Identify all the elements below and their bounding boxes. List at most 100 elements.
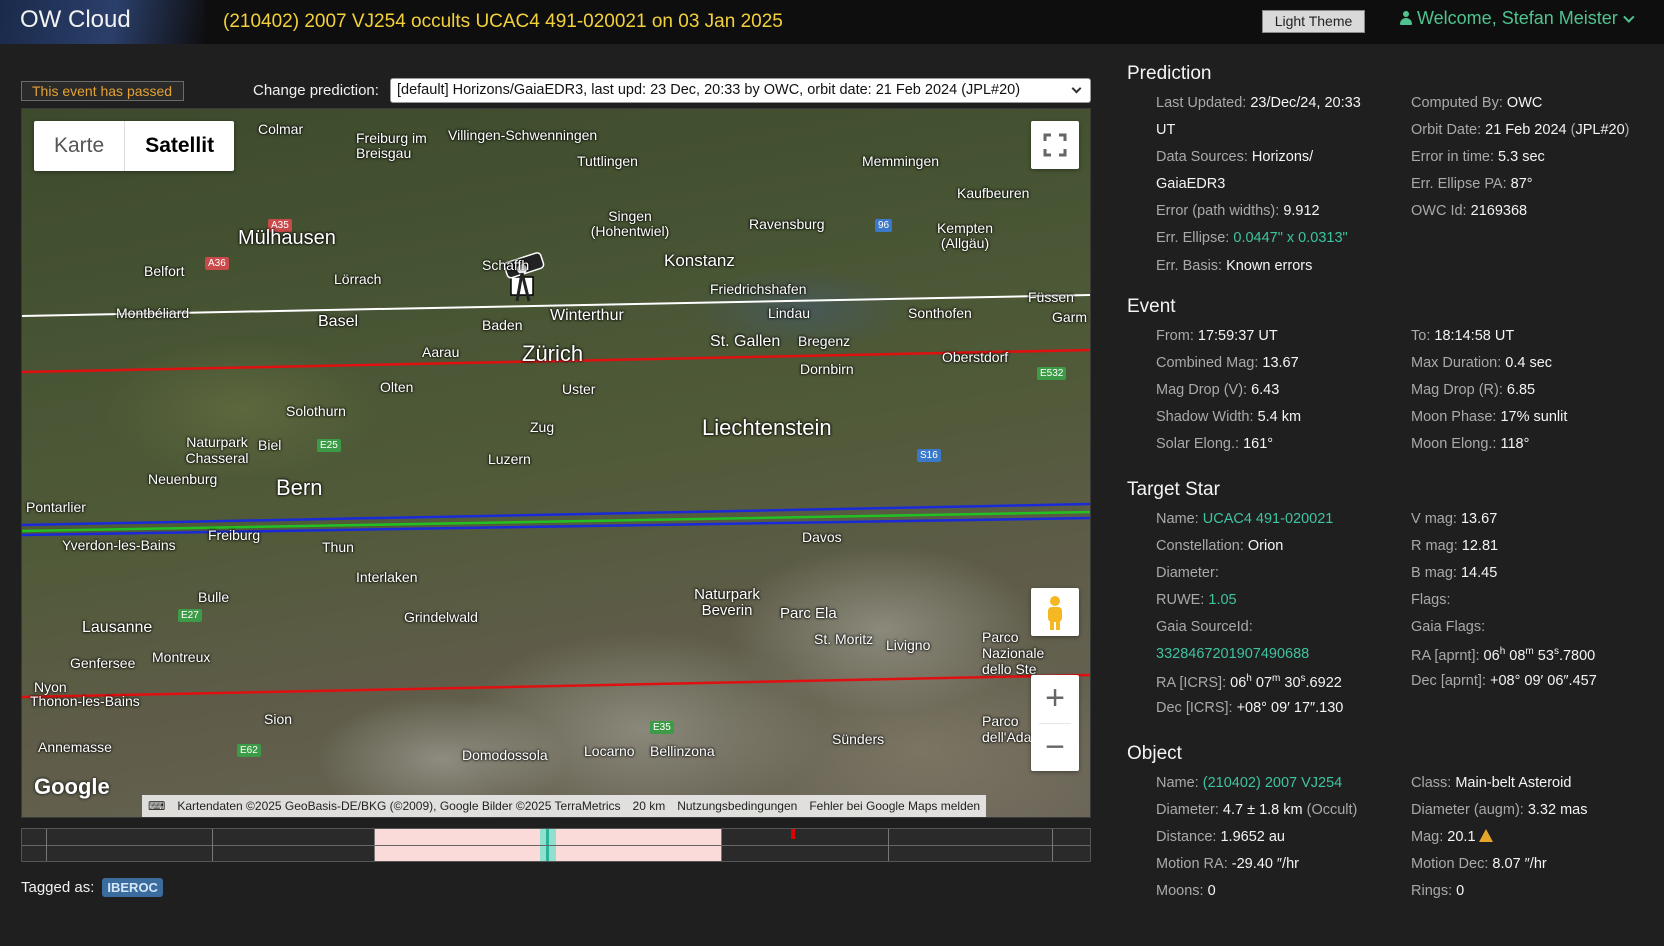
warning-icon[interactable]: [1478, 829, 1493, 842]
star-name: Name: UCAC4 491-020021: [1156, 511, 1334, 527]
timeline-tick: [212, 829, 213, 861]
map-label: Kempten (Allgäu): [936, 220, 994, 251]
object-distance: Distance: 1.9652 au: [1156, 829, 1285, 845]
event-title: (210402) 2007 VJ254 occults UCAC4 491-02…: [223, 11, 783, 32]
moon-phase: Moon Phase: 17% sunlit: [1411, 409, 1568, 425]
report-error-link[interactable]: Fehler bei Google Maps melden: [809, 795, 980, 817]
map-label: Basel: [318, 313, 359, 330]
star-name-link[interactable]: UCAC4 491-020021: [1203, 511, 1334, 527]
path-error-south: [22, 673, 1090, 699]
map-label: Davos: [802, 529, 842, 545]
map-label: Freiburg im Breisgau: [356, 130, 427, 161]
chevron-down-icon: [1071, 83, 1082, 94]
tagged-as: Tagged as: IBEROC: [21, 878, 163, 897]
moons: Moons: 0: [1156, 883, 1216, 899]
occultation-map[interactable]: Colmar Freiburg im Breisgau Villingen-Sc…: [21, 108, 1091, 818]
map-label: Bellinzona: [650, 743, 715, 759]
constellation: Constellation: Orion: [1156, 538, 1284, 554]
map-label: Montbéliard: [116, 305, 190, 321]
map-label: Genfersee: [70, 655, 136, 671]
map-label: Zug: [530, 419, 555, 435]
top-bar: OW Cloud (210402) 2007 VJ254 occults UCA…: [0, 0, 1664, 44]
fullscreen-button[interactable]: [1031, 121, 1079, 169]
map-type-karte-button[interactable]: Karte: [34, 121, 124, 171]
err-ellipse: Err. Ellipse: 0.0447" x 0.0313": [1156, 230, 1348, 246]
map-label: Dornbirn: [800, 361, 854, 377]
map-label: Livigno: [886, 637, 931, 653]
map-label: Naturpark Chasseral: [185, 434, 249, 466]
timeline-tick: [1052, 829, 1053, 861]
road-badge: E35: [650, 721, 674, 734]
prediction-select[interactable]: [default] Horizons/GaiaEDR3, last upd: 2…: [390, 78, 1091, 103]
object-class: Class: Main-belt Asteroid: [1411, 775, 1572, 791]
object-diameter: Diameter: 4.7 ± 1.8 km (Occult): [1156, 802, 1358, 818]
map-label: Bregenz: [798, 333, 851, 349]
keyboard-shortcuts-icon[interactable]: ⌨: [148, 795, 165, 817]
event-to: To: 18:14:58 UT: [1411, 328, 1515, 344]
zoom-out-button[interactable]: −: [1031, 724, 1079, 772]
event-timeline[interactable]: [21, 828, 1091, 862]
tag-badge[interactable]: IBEROC: [102, 878, 163, 897]
target-star-title: Target Star: [1127, 479, 1220, 500]
map-type-control: Karte Satellit: [34, 121, 235, 171]
app-name: OW Cloud: [20, 6, 131, 33]
object-name-link[interactable]: (210402) 2007 VJ254: [1203, 775, 1342, 791]
map-label: Neuenburg: [148, 471, 218, 487]
terms-link[interactable]: Nutzungsbedingungen: [677, 795, 797, 817]
map-type-satellit-button[interactable]: Satellit: [124, 121, 234, 171]
max-duration: Max Duration: 0.4 sec: [1411, 355, 1553, 371]
road-badge: E27: [178, 609, 202, 622]
last-updated: Last Updated: 23/Dec/24, 20:33: [1156, 95, 1361, 111]
map-label: Konstanz: [664, 251, 735, 270]
prediction-title: Prediction: [1127, 63, 1212, 84]
map-label: Interlaken: [356, 569, 418, 585]
computed-by: Computed By: OWC: [1411, 95, 1543, 111]
map-label: St. Gallen: [710, 333, 781, 350]
light-theme-button[interactable]: Light Theme: [1262, 10, 1365, 33]
street-view-pegman-button[interactable]: [1031, 588, 1079, 636]
event-section-title: Event: [1127, 296, 1176, 317]
user-menu[interactable]: Welcome, Stefan Meister: [1400, 8, 1635, 29]
map-label: Lörrach: [334, 271, 382, 287]
map-label: Pontarlier: [26, 499, 86, 515]
map-label: Garm: [1052, 309, 1087, 325]
map-label: Locarno: [584, 743, 635, 759]
map-label: Thonon-les-Bains: [30, 693, 140, 709]
solar-elong: Solar Elong.: 161°: [1156, 436, 1274, 452]
map-scale[interactable]: 20 km: [633, 795, 666, 817]
map-label: Yverdon-les-Bains: [62, 537, 176, 553]
map-label: Memmingen: [862, 153, 940, 169]
err-ellipse-pa: Err. Ellipse PA: 87°: [1411, 176, 1533, 192]
shadow-width: Shadow Width: 5.4 km: [1156, 409, 1302, 425]
map-label: St. Moritz: [814, 631, 874, 647]
map-label: Grindelwald: [404, 609, 478, 625]
map-label: Schaffh: [482, 257, 530, 273]
object-diameter-augm: Diameter (augm): 3.32 mas: [1411, 802, 1588, 818]
map-label: Zürich: [522, 341, 584, 366]
b-mag: B mag: 14.45: [1411, 565, 1498, 581]
map-label: Sion: [264, 711, 293, 727]
app-logo[interactable]: OW Cloud: [0, 0, 205, 44]
ruwe: RUWE: 1.05: [1156, 592, 1237, 608]
road-badge: S16: [917, 449, 941, 462]
map-label: Aarau: [422, 344, 460, 360]
road-badge: A36: [205, 257, 229, 270]
zoom-in-button[interactable]: +: [1031, 675, 1079, 723]
map-label: Uster: [562, 381, 596, 397]
map-label: Bulle: [198, 589, 230, 605]
timeline-now-marker: [791, 829, 795, 839]
map-label: Friedrichshafen: [710, 281, 807, 297]
map-label: Olten: [380, 379, 414, 395]
last-updated-cont: UT: [1156, 122, 1176, 138]
gaia-source-id[interactable]: 3328467201907490688: [1156, 646, 1309, 662]
chevron-down-icon: [1622, 11, 1635, 23]
map-label: Domodossola: [462, 747, 548, 763]
map-label: Freiburg: [208, 527, 261, 543]
dec-apparent: Dec [aprnt]: +08° 09′ 06″.457: [1411, 673, 1597, 689]
map-label: Mülhausen: [238, 227, 336, 249]
r-mag: R mag: 12.81: [1411, 538, 1499, 554]
event-from: From: 17:59:37 UT: [1156, 328, 1278, 344]
map-label: Winterthur: [550, 307, 624, 324]
data-sources-cont: GaiaEDR3: [1156, 176, 1226, 192]
map-label: Naturpark Beverin: [694, 586, 760, 619]
